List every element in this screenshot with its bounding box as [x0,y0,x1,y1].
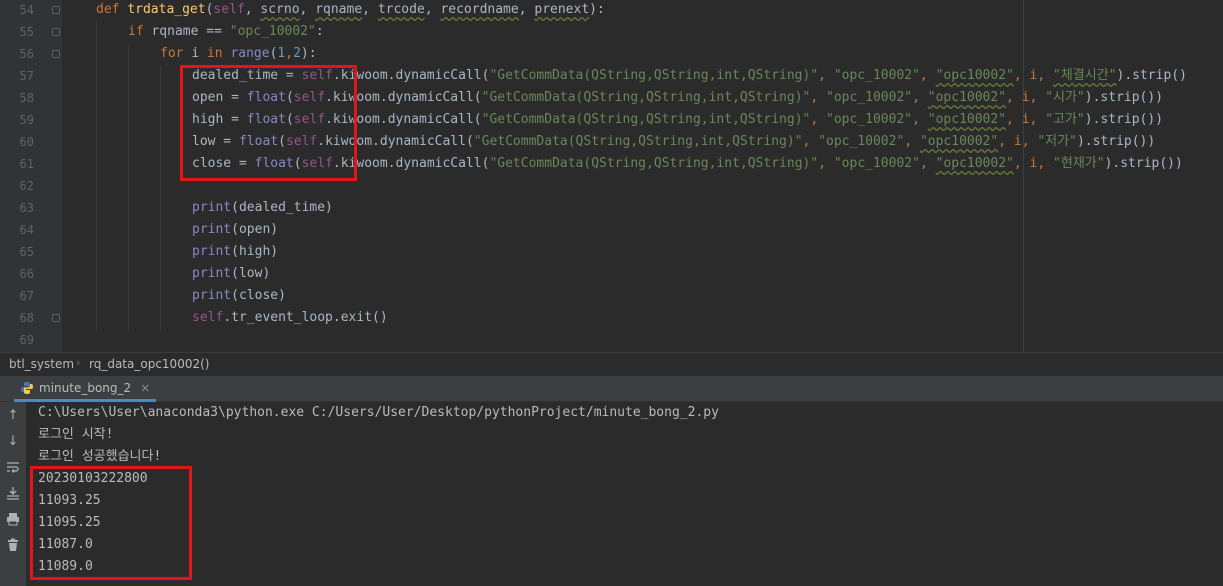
highlight-box-output [30,466,192,580]
line-number: 62 [19,179,34,193]
line-number: 55 [19,25,34,39]
python-icon [21,381,33,394]
line-number: 65 [19,245,34,259]
code-line-56: for i in range(1,2): [160,46,317,61]
code-line-54: def trdata_get(self, scrno, rqname, trco… [96,2,605,17]
code-line-65: print(high) [192,244,279,259]
run-tab-minute-bong-2[interactable]: minute_bong_2 × [14,376,157,402]
indent-guide [160,66,161,330]
line-number: 58 [19,91,34,105]
line-number: 56 [19,47,34,61]
run-tab-label: minute_bong_2 [39,380,132,395]
breadcrumb-item-method[interactable]: rq_data_opc10002() [89,357,209,371]
code-line-66: print(low) [192,266,271,281]
trash-icon[interactable] [5,538,21,554]
code-line-67: print(close) [192,288,286,303]
indent-guide [96,22,97,330]
highlight-box-variables [180,65,357,181]
soft-wrap-icon[interactable] [5,460,21,476]
fold-marker-icon[interactable] [52,50,60,58]
line-number: 57 [19,69,34,83]
close-icon[interactable]: × [140,381,150,395]
scroll-to-end-icon[interactable] [5,486,21,502]
line-number: 59 [19,113,34,127]
fold-marker-icon[interactable] [52,28,60,36]
console-line: 로그인 성공했습니다! [38,449,162,464]
line-number-gutter: 54 55 56 57 58 59 60 61 62 63 64 65 66 6… [0,0,62,352]
arrow-down-icon[interactable]: ↓ [5,434,21,450]
line-number: 69 [19,333,34,347]
fold-marker-icon[interactable] [52,6,60,14]
code-line-55: if rqname == "opc_10002": [128,24,324,39]
code-editor[interactable]: 54 55 56 57 58 59 60 61 62 63 64 65 66 6… [0,0,1223,352]
run-console-output[interactable]: C:\Users\User\anaconda3\python.exe C:/Us… [26,402,1223,586]
run-tool-window-header: minute_bong_2 × [0,376,1223,402]
code-line-64: print(open) [192,222,279,237]
line-number: 68 [19,311,34,325]
arrow-up-icon[interactable]: ↑ [5,408,21,424]
indent-guide [128,44,129,330]
line-number: 54 [19,3,34,17]
line-number: 66 [19,267,34,281]
print-icon[interactable] [5,512,21,528]
line-number: 61 [19,157,34,171]
breadcrumb-separator: › [76,356,81,369]
line-number: 63 [19,201,34,215]
breadcrumb: btl_system › rq_data_opc10002() [0,352,1223,376]
line-number: 64 [19,223,34,237]
line-number: 67 [19,289,34,303]
right-margin-guide [1023,0,1024,352]
console-line-command: C:\Users\User\anaconda3\python.exe C:/Us… [38,405,719,420]
code-line-63: print(dealed_time) [192,200,333,215]
run-toolbar: ↑ ↓ [0,402,26,586]
console-line: 로그인 시작! [38,427,114,442]
breadcrumb-item-class[interactable]: btl_system [9,357,74,371]
code-line-68: self.tr_event_loop.exit() [192,310,388,325]
fold-marker-icon[interactable] [52,314,60,322]
line-number: 60 [19,135,34,149]
